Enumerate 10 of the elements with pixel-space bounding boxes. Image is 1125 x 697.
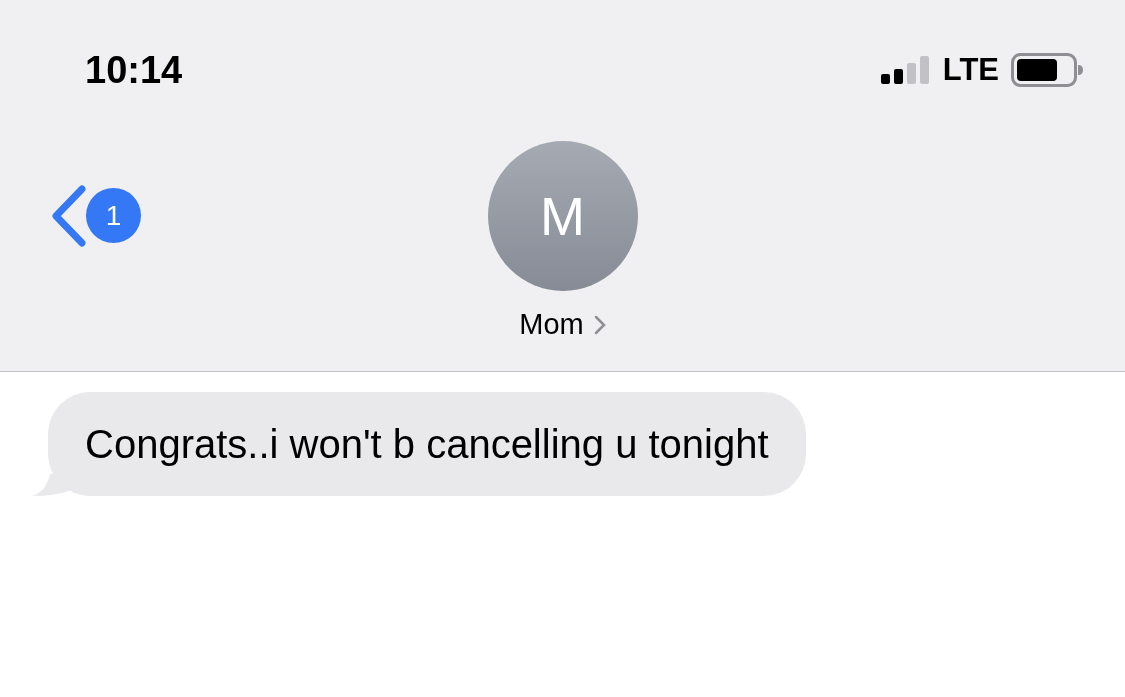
network-label: LTE: [942, 52, 999, 88]
message-bubble: Congrats..i won't b cancelling u tonight: [48, 392, 806, 496]
battery-icon: [1011, 53, 1083, 87]
chevron-right-icon[interactable]: [593, 314, 606, 335]
signal-icon: [880, 56, 931, 84]
unread-badge: 1: [86, 188, 141, 243]
contact-name[interactable]: Mom: [519, 308, 584, 341]
status-time: 10:14: [85, 48, 184, 92]
back-button[interactable]: 1: [48, 184, 141, 247]
contact-avatar[interactable]: M: [487, 141, 638, 291]
